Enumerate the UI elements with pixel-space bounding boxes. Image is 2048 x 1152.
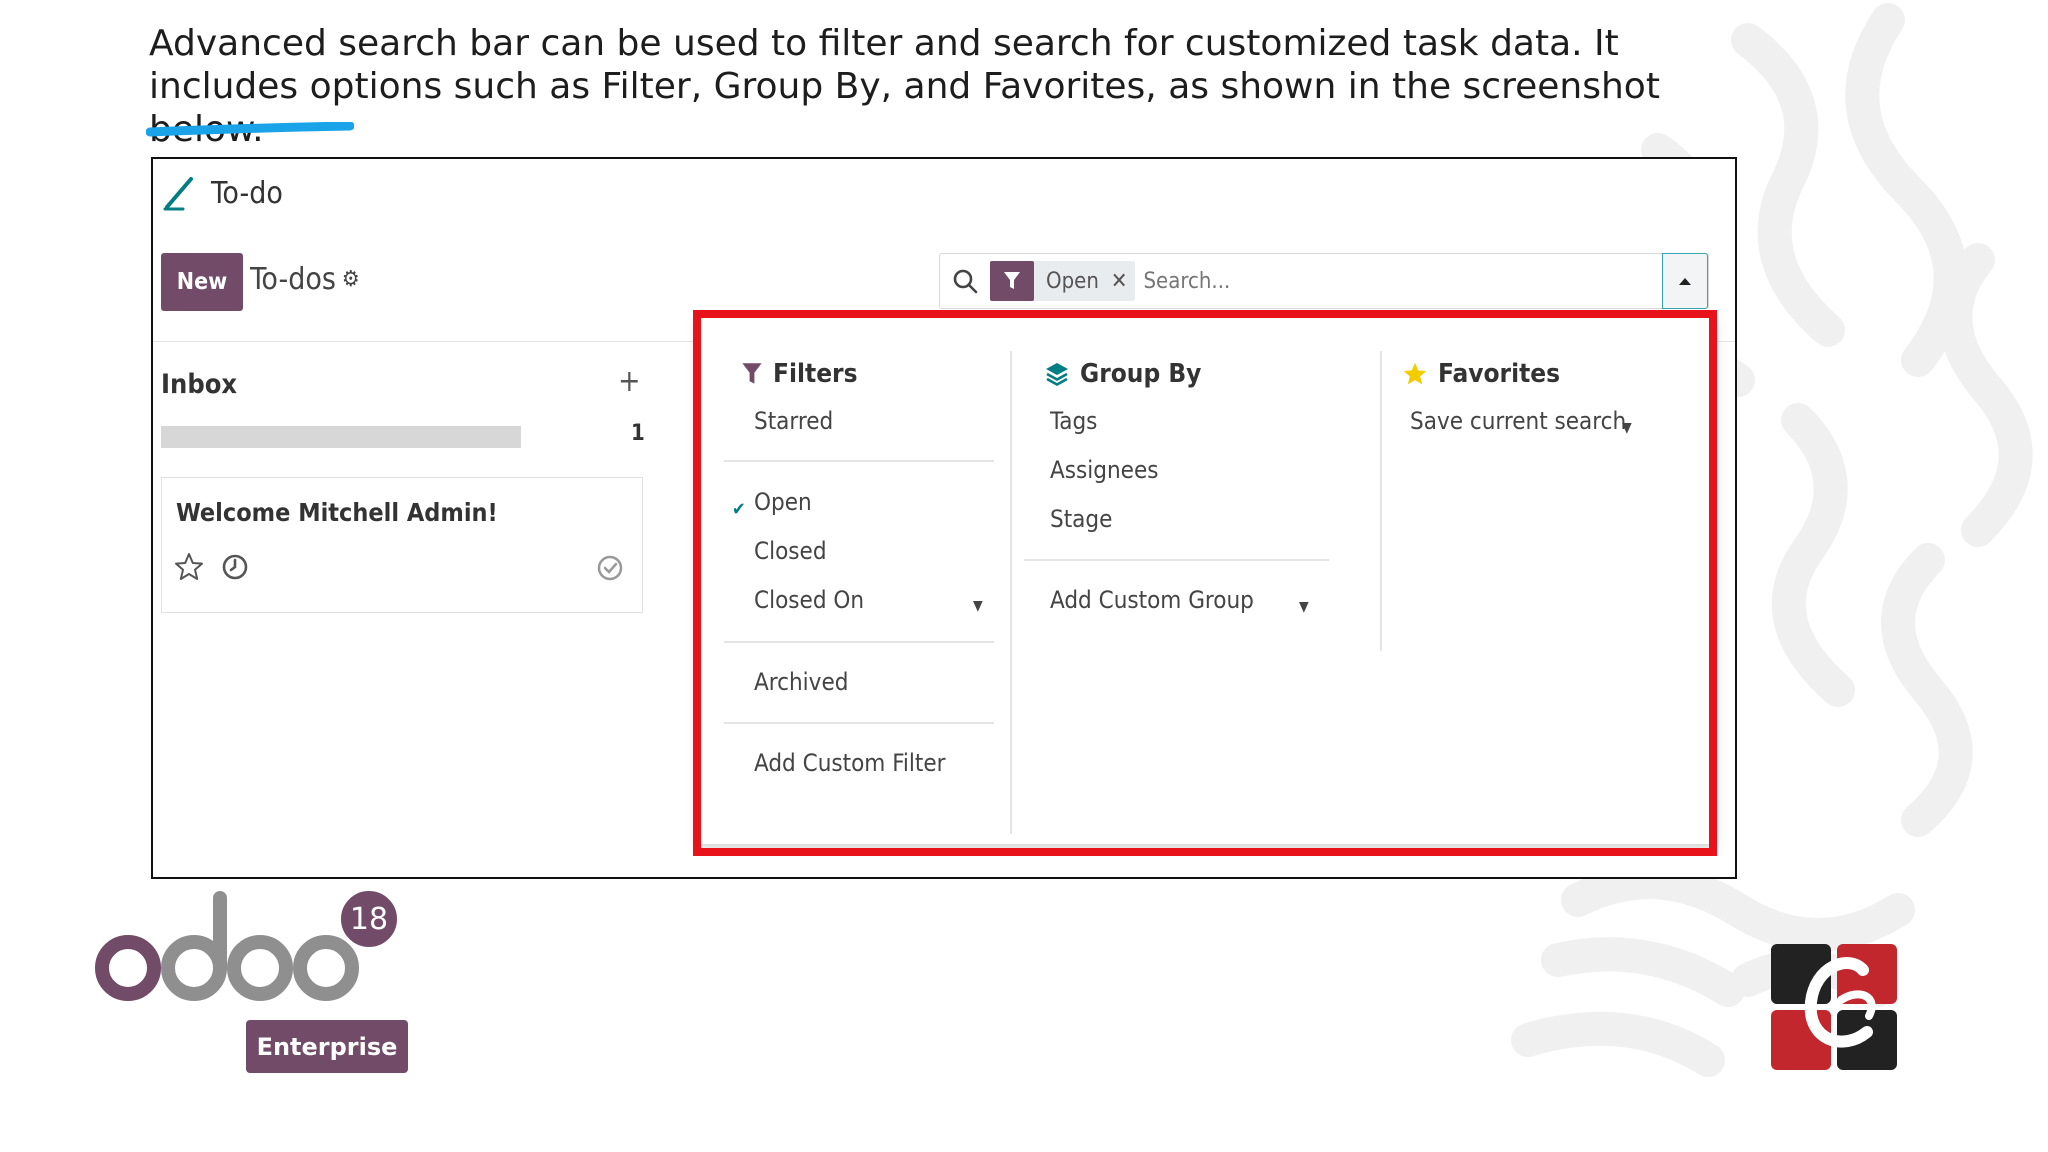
gear-icon[interactable]: ⚙ <box>342 267 360 292</box>
column-progress-bar <box>161 426 521 448</box>
filter-open[interactable]: Open <box>754 488 812 516</box>
column-count: 1 <box>631 421 645 446</box>
filter-separator <box>724 722 994 724</box>
checkmark-icon: ✔ <box>732 499 746 520</box>
column-separator <box>1380 351 1382 651</box>
app-title: To-do <box>211 175 283 211</box>
breadcrumb-label: To-dos <box>250 262 336 297</box>
card-title: Welcome Mitchell Admin! <box>176 498 498 527</box>
group-by-title: Group By <box>1080 359 1202 389</box>
search-panel-toggle-button[interactable] <box>1662 253 1708 309</box>
new-button[interactable]: New <box>161 253 243 311</box>
kanban-column-title: Inbox <box>161 369 238 400</box>
filter-closed[interactable]: Closed <box>754 537 827 565</box>
facet-value: Open <box>1046 268 1099 294</box>
caret-down-icon[interactable]: ▼ <box>1622 420 1632 436</box>
caret-down-icon[interactable]: ▼ <box>1299 599 1309 615</box>
add-custom-group[interactable]: Add Custom Group <box>1050 586 1254 614</box>
breadcrumb: To-dos ⚙ <box>250 262 360 297</box>
clock-icon[interactable] <box>220 552 250 582</box>
star-icon[interactable] <box>174 552 204 582</box>
search-icon[interactable] <box>940 268 990 294</box>
screenshot-frame: To-do New To-dos ⚙ Open ✕ Inbox + 1 Welc… <box>151 157 1737 879</box>
search-facet: Open ✕ <box>990 261 1136 301</box>
star-filled-icon <box>1403 362 1427 385</box>
intro-text: Advanced search bar can be used to filte… <box>149 23 1660 150</box>
facet-remove-icon[interactable]: ✕ <box>1111 269 1136 294</box>
search-bar: Open ✕ <box>939 253 1709 309</box>
save-current-search[interactable]: Save current search <box>1410 407 1626 435</box>
filter-funnel-icon <box>742 363 762 384</box>
version-badge: 18 <box>338 888 400 950</box>
add-column-item-button[interactable]: + <box>618 364 641 399</box>
progress-fill <box>161 426 521 448</box>
caret-down-icon[interactable]: ▼ <box>973 598 983 614</box>
todo-pencil-icon <box>163 177 193 211</box>
filter-funnel-icon <box>990 261 1034 301</box>
filters-title: Filters <box>773 359 858 389</box>
group-by-heading: Group By <box>1044 359 1201 389</box>
group-by-assignees[interactable]: Assignees <box>1050 456 1159 484</box>
group-by-tags[interactable]: Tags <box>1050 407 1097 435</box>
filter-separator <box>724 460 994 462</box>
layers-icon <box>1046 363 1068 386</box>
group-separator <box>1024 559 1329 561</box>
filter-separator <box>724 641 994 643</box>
group-by-stage[interactable]: Stage <box>1050 505 1112 533</box>
caret-up-icon <box>1679 278 1691 285</box>
filters-heading: Filters <box>741 359 858 389</box>
favorites-heading: Favorites <box>1402 359 1560 389</box>
app-header: To-do <box>161 175 283 211</box>
card-actions <box>174 552 250 582</box>
filter-archived[interactable]: Archived <box>754 668 848 696</box>
favorites-title: Favorites <box>1438 359 1561 389</box>
search-input[interactable] <box>1143 268 1604 294</box>
filter-starred[interactable]: Starred <box>754 407 833 435</box>
search-panel-dropdown: Filters Starred ✔ Open Closed Closed On … <box>697 314 1715 844</box>
mark-done-icon[interactable] <box>596 554 624 582</box>
edition-badge: Enterprise <box>246 1020 408 1073</box>
filter-closed-on[interactable]: Closed On <box>754 586 864 614</box>
column-separator <box>1010 351 1012 834</box>
company-logo <box>1771 944 1897 1070</box>
decorative-underline <box>146 122 354 137</box>
kanban-card[interactable]: Welcome Mitchell Admin! <box>161 477 643 613</box>
add-custom-filter[interactable]: Add Custom Filter <box>754 749 946 777</box>
